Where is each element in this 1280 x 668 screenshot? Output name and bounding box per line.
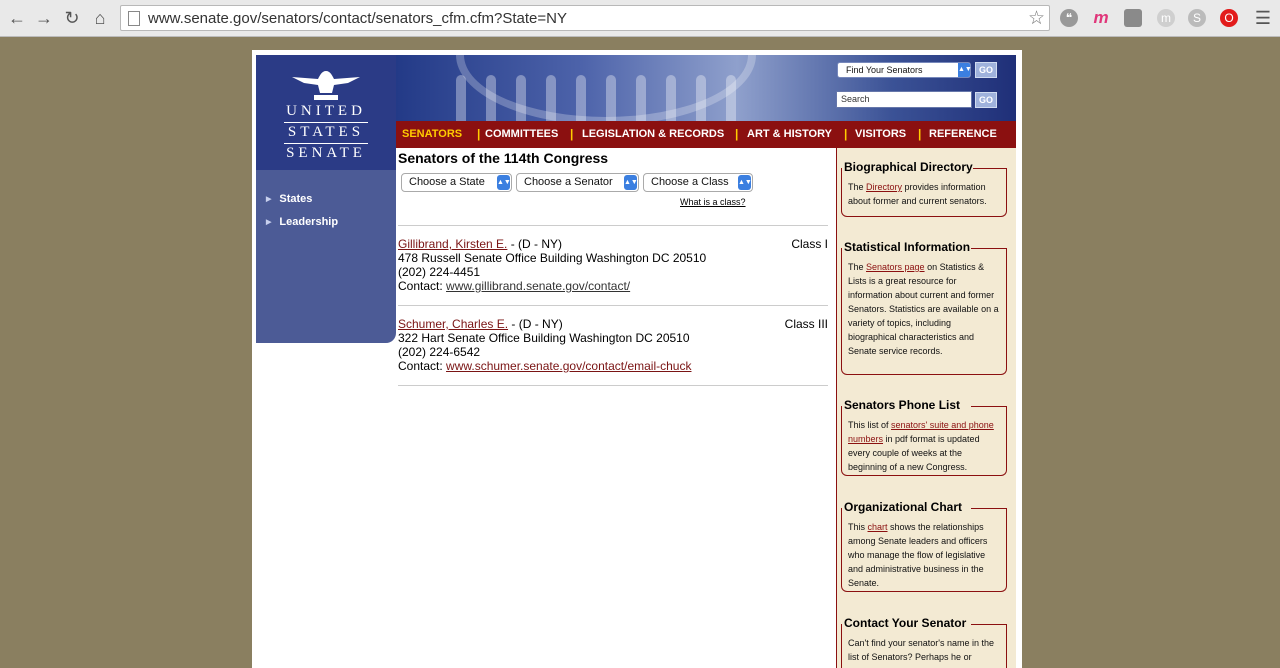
senator-name-link[interactable]: Schumer, Charles E. <box>398 317 508 331</box>
senate-logo[interactable]: UNITED STATES SENATE <box>256 55 396 170</box>
org-chart-title: Organizational Chart <box>844 500 963 514</box>
nav-visitors[interactable]: VISITORS <box>855 128 906 140</box>
address-bar[interactable]: www.senate.gov/senators/contact/senators… <box>120 5 1050 31</box>
webpage: UNITED STATES SENATE Find Your Senators … <box>252 50 1022 668</box>
senator-contact-link[interactable]: www.gillibrand.senate.gov/contact/ <box>446 279 630 293</box>
right-sidebar: Biographical Directory The Directory pro… <box>836 148 1016 668</box>
triangle-right-icon: ▶ <box>266 196 272 203</box>
select-arrow-icon: ▲▼ <box>497 175 511 190</box>
select-arrow-icon: ▲▼ <box>958 63 972 77</box>
senator-class: Class III <box>784 317 828 331</box>
contact-senator-box: Contact Your Senator Can't find your sen… <box>841 616 1007 668</box>
logo-united: UNITED <box>286 103 366 119</box>
eagle-icon <box>292 71 360 100</box>
page-icon <box>128 11 140 26</box>
forward-icon[interactable]: → <box>33 7 55 29</box>
page-title: Senators of the 114th Congress <box>398 150 609 166</box>
bio-directory-box: Biographical Directory The Directory pro… <box>841 160 1007 217</box>
directory-link[interactable]: Directory <box>866 182 902 192</box>
find-senators-select[interactable]: Find Your Senators ▲▼ <box>837 62 972 78</box>
senator-phone: (202) 224-6542 <box>398 345 481 359</box>
contact-label: Contact: <box>398 359 447 373</box>
nav-art-history[interactable]: ART & HISTORY <box>747 128 832 140</box>
senator-entry: Gillibrand, Kirsten E. - (D - NY) Class … <box>398 237 828 293</box>
senator-name-link[interactable]: Gillibrand, Kirsten E. <box>398 237 507 251</box>
phone-list-text: This list of senators' suite and phone n… <box>848 420 994 472</box>
contact-senator-title: Contact Your Senator <box>844 616 967 630</box>
senators-page-link[interactable]: Senators page <box>866 262 925 272</box>
senator-contact-link[interactable]: www.schumer.senate.gov/contact/email-chu… <box>446 359 691 373</box>
logo-states: STATES <box>287 124 365 140</box>
bio-directory-text: The Directory provides information about… <box>848 182 987 206</box>
reload-icon[interactable]: ↻ <box>61 7 83 29</box>
choose-state-select[interactable]: Choose a State ▲▼ <box>401 173 512 192</box>
chart-link[interactable]: chart <box>868 522 888 532</box>
phone-list-title: Senators Phone List <box>844 398 961 412</box>
org-chart-box: Organizational Chart This chart shows th… <box>841 500 1007 592</box>
divider <box>398 225 828 226</box>
browser-toolbar: ← → ↻ ⌂ www.senate.gov/senators/contact/… <box>0 0 1280 37</box>
triangle-right-icon: ▶ <box>266 219 272 226</box>
top-navigation: SENATORS | COMMITTEES | LEGISLATION & RE… <box>396 121 1016 148</box>
menu-icon[interactable]: ☰ <box>1252 7 1274 29</box>
divider <box>398 305 828 306</box>
nav-legislation-records[interactable]: LEGISLATION & RECORDS <box>582 128 724 140</box>
choose-class-select[interactable]: Choose a Class ▲▼ <box>643 173 753 192</box>
leftnav-item-leadership[interactable]: ▶ Leadership <box>266 216 338 228</box>
find-senators-label: Find Your Senators <box>846 65 923 75</box>
gray-m-extension-icon[interactable]: m <box>1157 9 1175 27</box>
address-url: www.senate.gov/senators/contact/senators… <box>148 10 567 27</box>
m-extension-icon[interactable]: m <box>1092 9 1110 27</box>
opera-extension-icon[interactable]: O <box>1220 9 1238 27</box>
s-extension-icon[interactable]: S <box>1188 9 1206 27</box>
quote-extension-icon[interactable]: ❝ <box>1060 9 1078 27</box>
senator-phone: (202) 224-4451 <box>398 265 481 279</box>
find-go-button[interactable]: GO <box>975 62 997 78</box>
contact-label: Contact: <box>398 279 447 293</box>
search-go-button[interactable]: GO <box>975 92 997 108</box>
senator-party: - (D - NY) <box>507 237 563 251</box>
search-input[interactable]: Search <box>836 91 972 108</box>
what-is-class-link[interactable]: What is a class? <box>680 197 746 207</box>
senator-party: - (D - NY) <box>508 317 563 331</box>
senator-address: 478 Russell Senate Office Building Washi… <box>398 251 707 265</box>
contact-senator-text: Can't find your senator's name in the li… <box>848 638 995 662</box>
phone-list-box: Senators Phone List This list of senator… <box>841 398 1007 476</box>
senator-address: 322 Hart Senate Office Building Washingt… <box>398 331 690 345</box>
select-arrow-icon: ▲▼ <box>624 175 638 190</box>
home-icon[interactable]: ⌂ <box>89 7 111 29</box>
nav-reference[interactable]: REFERENCE <box>929 128 997 140</box>
leftnav-item-states[interactable]: ▶ States <box>266 193 312 205</box>
divider <box>398 385 828 386</box>
statistical-info-title: Statistical Information <box>844 240 971 254</box>
senator-entry: Schumer, Charles E. - (D - NY) Class III… <box>398 317 828 373</box>
select-arrow-icon: ▲▼ <box>738 175 752 190</box>
logo-senate: SENATE <box>286 145 366 161</box>
org-chart-text: This chart shows the relationships among… <box>848 522 988 588</box>
left-sidebar-nav: ▶ States ▶ Leadership <box>256 170 396 343</box>
bio-directory-title: Biographical Directory <box>844 160 973 174</box>
statistical-info-box: Statistical Information The Senators pag… <box>841 240 1007 375</box>
back-icon[interactable]: ← <box>6 7 28 29</box>
nav-senators[interactable]: SENATORS <box>402 128 462 140</box>
choose-senator-select[interactable]: Choose a Senator ▲▼ <box>516 173 639 192</box>
nav-committees[interactable]: COMMITTEES <box>485 128 558 140</box>
bookmark-star-icon[interactable]: ☆ <box>1028 7 1045 30</box>
square-extension-icon[interactable] <box>1124 9 1142 27</box>
statistical-info-text: The Senators page on Statistics & Lists … <box>848 262 999 356</box>
senator-class: Class I <box>791 237 828 251</box>
